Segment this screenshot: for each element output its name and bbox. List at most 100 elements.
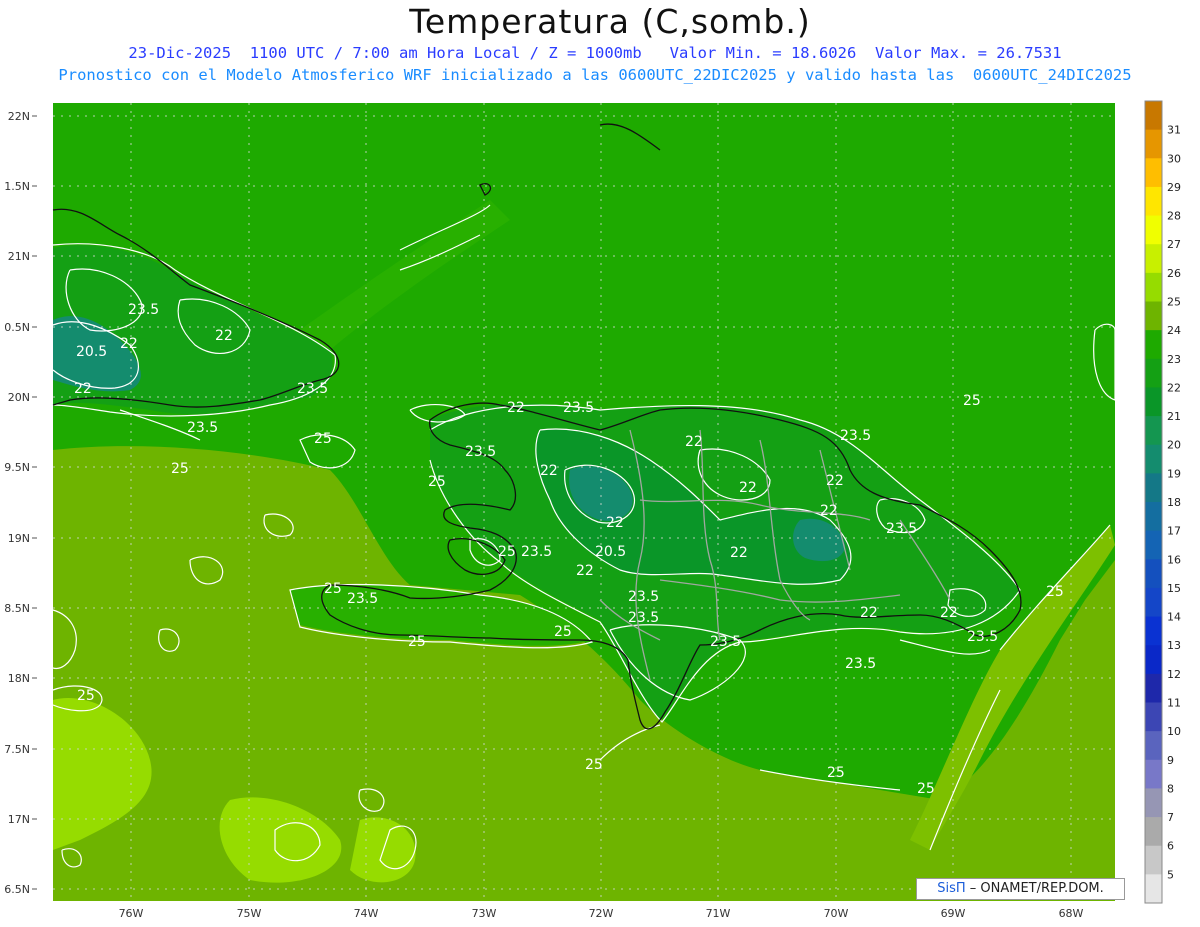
colorbar-label: 19 [1167, 467, 1181, 480]
colorbar-swatch [1145, 645, 1162, 675]
colorbar-label: 31 [1167, 124, 1181, 137]
contour-label: 25 [408, 634, 426, 650]
contour-label: 25 [498, 544, 516, 560]
contour-label: 22 [860, 605, 878, 621]
contour-label: 23.5 [840, 428, 871, 444]
colorbar-label: 9 [1167, 754, 1174, 767]
colorbar-label: 13 [1167, 639, 1181, 652]
colorbar-label: 11 [1167, 697, 1181, 710]
contour-label: 25 [314, 431, 332, 447]
colorbar-swatch [1145, 244, 1162, 274]
colorbar-label: 21 [1167, 410, 1181, 423]
contour-label: 23.5 [710, 634, 741, 650]
lon-label: 68W [1059, 907, 1084, 920]
colorbar-swatch [1145, 101, 1162, 131]
colorbar-swatch [1145, 473, 1162, 503]
colorbar-swatch [1145, 186, 1162, 217]
lon-label: 75W [237, 907, 262, 920]
contour-label: 25 [554, 624, 572, 640]
contour-label: 22 [576, 563, 594, 579]
colorbar-swatch [1145, 301, 1162, 331]
colorbar-label: 20 [1167, 439, 1181, 452]
colorbar-label: 27 [1167, 238, 1181, 251]
lon-label: 69W [941, 907, 966, 920]
colorbar-swatch [1145, 129, 1162, 159]
colorbar-label: 26 [1167, 267, 1181, 280]
contour-label: 23.5 [628, 589, 659, 605]
lat-label: 9.5N [4, 461, 30, 474]
contour-label: 23.5 [465, 444, 496, 460]
colorbar-swatch [1145, 874, 1162, 904]
colorbar-swatch [1145, 759, 1162, 789]
contour-label: 22 [730, 545, 748, 561]
contour-label: 23.5 [845, 656, 876, 672]
colorbar-swatch [1145, 702, 1162, 732]
colorbar-label: 16 [1167, 553, 1181, 566]
contour-label: 25 [77, 688, 95, 704]
colorbar-label: 14 [1167, 611, 1181, 624]
contour-label: 23.5 [521, 544, 552, 560]
lon-label: 73W [472, 907, 497, 920]
lat-label: 20N [8, 391, 30, 404]
colorbar-label: 25 [1167, 296, 1181, 309]
lat-label: 21N [8, 250, 30, 263]
contour-label: 25 [428, 474, 446, 490]
colorbar-label: 6 [1167, 840, 1174, 853]
colorbar-label: 12 [1167, 668, 1181, 681]
colorbar-swatch [1145, 444, 1162, 474]
colorbar-swatch [1145, 530, 1162, 560]
lat-label: 6.5N [4, 883, 30, 896]
credit-text: – ONAMET/REP.DOM. [969, 881, 1104, 896]
contour-label: 20.5 [595, 544, 626, 560]
contour-label: 22 [685, 434, 703, 450]
colorbar-swatch [1145, 215, 1162, 245]
contour-label: 23.5 [967, 629, 998, 645]
contour-label: 23.5 [628, 610, 659, 626]
lat-label: 8.5N [4, 602, 30, 615]
lon-label: 76W [119, 907, 144, 920]
colorbar-swatch [1145, 502, 1162, 532]
contour-label: 25 [827, 765, 845, 781]
contour-label: 22 [540, 463, 558, 479]
contour-label: 22 [215, 328, 233, 344]
lat-label: 7.5N [4, 743, 30, 756]
lon-label: 70W [824, 907, 849, 920]
colorbar-swatch [1145, 158, 1162, 188]
colorbar-label: 10 [1167, 725, 1181, 738]
temperature-map: 22N 1.5N 21N 0.5N 20N 9.5N 19N 8.5N 18N … [4, 100, 1181, 920]
colorbar-label: 24 [1167, 324, 1181, 337]
colorbar-swatch [1145, 788, 1162, 818]
contour-label: 22 [820, 503, 838, 519]
colorbar-label: 18 [1167, 496, 1181, 509]
colorbar-swatch [1145, 330, 1162, 360]
contour-label: 25 [171, 461, 189, 477]
colorbar-swatch [1145, 731, 1162, 761]
colorbar-label: 22 [1167, 381, 1181, 394]
lon-label: 71W [706, 907, 731, 920]
colorbar-swatch [1145, 845, 1162, 875]
lat-label: 22N [8, 110, 30, 123]
colorbar-swatch [1145, 358, 1162, 388]
lat-label: 19N [8, 532, 30, 545]
colorbar-label: 30 [1167, 152, 1181, 165]
colorbar: 31 30 29 28 27 26 25 24 23 22 21 20 19 18 17 16 15 14 13 12… [1144, 100, 1181, 904]
colorbar-label: 28 [1167, 210, 1181, 223]
contour-label: 25 [324, 581, 342, 597]
contour-label: 22 [507, 400, 525, 416]
colorbar-swatch [1145, 387, 1162, 417]
contour-label: 22 [120, 336, 138, 352]
contour-label: 23.5 [187, 420, 218, 436]
colorbar-label: 15 [1167, 582, 1181, 595]
lat-label: 18N [8, 672, 30, 685]
colorbar-swatch [1145, 559, 1162, 589]
colorbar-label: 7 [1167, 811, 1174, 824]
contour-label: 23.5 [297, 381, 328, 397]
contour-label: 22 [739, 480, 757, 496]
colorbar-swatch [1145, 416, 1162, 446]
colorbar-swatch [1145, 587, 1162, 618]
colorbar-swatch [1145, 616, 1162, 646]
contour-label: 25 [585, 757, 603, 773]
contour-label: 23.5 [128, 302, 159, 318]
contour-label: 25 [917, 781, 935, 797]
lat-ticks [32, 115, 37, 890]
